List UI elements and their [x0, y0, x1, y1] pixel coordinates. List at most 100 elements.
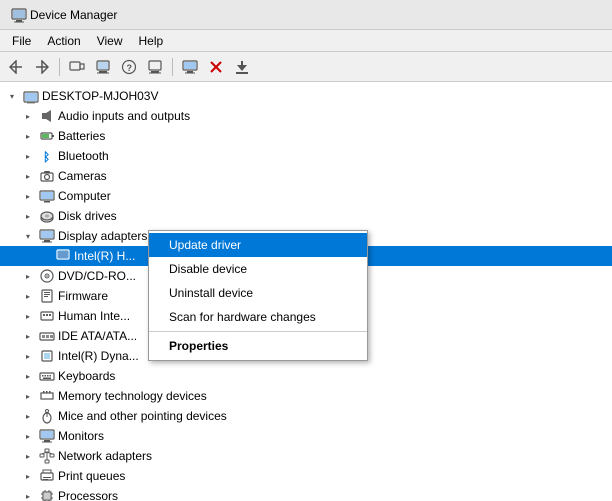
tree-audio[interactable]: Audio inputs and outputs: [0, 106, 612, 126]
processors-icon: [39, 488, 55, 501]
print-icon: [39, 468, 55, 484]
monitors-icon: [39, 428, 55, 444]
disk-icon: [39, 208, 55, 224]
toolbar-monitor[interactable]: [178, 56, 202, 78]
svg-text:ᛒ: ᛒ: [43, 150, 50, 164]
cameras-label: Cameras: [58, 169, 107, 183]
bluetooth-label: Bluetooth: [58, 149, 109, 163]
cameras-expand[interactable]: [20, 168, 36, 184]
app-icon: [11, 7, 27, 23]
display-icon: [39, 228, 55, 244]
root-label: DESKTOP-MJOH03V: [42, 89, 158, 103]
toolbar-back[interactable]: [4, 56, 28, 78]
inteldyn-label: Intel(R) Dyna...: [58, 349, 139, 363]
cameras-icon: [39, 168, 55, 184]
processors-expand[interactable]: [20, 488, 36, 501]
toolbar-help-btn[interactable]: ?: [117, 56, 141, 78]
tree-monitors[interactable]: Monitors: [0, 426, 612, 446]
dvd-expand[interactable]: [20, 268, 36, 284]
context-menu-properties[interactable]: Properties: [149, 334, 367, 358]
network-icon: [39, 448, 55, 464]
monitors-label: Monitors: [58, 429, 104, 443]
context-menu: Update driver Disable device Uninstall d…: [148, 230, 368, 361]
human-icon: [39, 308, 55, 324]
inteldyn-icon: [39, 348, 55, 364]
firmware-icon: [39, 288, 55, 304]
memory-label: Memory technology devices: [58, 389, 207, 403]
audio-expand[interactable]: [20, 108, 36, 124]
root-icon: [23, 88, 39, 104]
print-expand[interactable]: [20, 468, 36, 484]
disk-label: Disk drives: [58, 209, 117, 223]
batteries-icon: [39, 128, 55, 144]
toolbar: ?: [0, 52, 612, 82]
computer-icon: [39, 188, 55, 204]
tree-mice[interactable]: Mice and other pointing devices: [0, 406, 612, 426]
tree-keyboards[interactable]: Keyboards: [0, 366, 612, 386]
tree-memory[interactable]: Memory technology devices: [0, 386, 612, 406]
memory-expand[interactable]: [20, 388, 36, 404]
memory-icon: [39, 388, 55, 404]
dvd-label: DVD/CD-RO...: [58, 269, 136, 283]
toolbar-remove[interactable]: [204, 56, 228, 78]
tree-network[interactable]: Network adapters: [0, 446, 612, 466]
ide-icon: [39, 328, 55, 344]
ide-label: IDE ATA/ATA...: [58, 329, 137, 343]
tree-root[interactable]: DESKTOP-MJOH03V: [0, 86, 612, 106]
toolbar-forward[interactable]: [30, 56, 54, 78]
dvd-icon: [39, 268, 55, 284]
keyboards-expand[interactable]: [20, 368, 36, 384]
batteries-label: Batteries: [58, 129, 105, 143]
toolbar-sep-2: [172, 58, 173, 76]
root-expand[interactable]: [4, 88, 20, 104]
mice-expand[interactable]: [20, 408, 36, 424]
firmware-label: Firmware: [58, 289, 108, 303]
tree-bluetooth[interactable]: ᛒ Bluetooth: [0, 146, 612, 166]
toolbar-btn6[interactable]: [143, 56, 167, 78]
tree-computer[interactable]: Computer: [0, 186, 612, 206]
tree-batteries[interactable]: Batteries: [0, 126, 612, 146]
disk-expand[interactable]: [20, 208, 36, 224]
toolbar-sep-1: [59, 58, 60, 76]
context-menu-scan-hardware[interactable]: Scan for hardware changes: [149, 305, 367, 329]
monitors-expand[interactable]: [20, 428, 36, 444]
human-label: Human Inte...: [58, 309, 130, 323]
toolbar-btn4[interactable]: [91, 56, 115, 78]
intel-hd-label: Intel(R) H...: [74, 249, 135, 263]
display-expand[interactable]: [20, 228, 36, 244]
menu-action[interactable]: Action: [39, 32, 88, 50]
computer-expand[interactable]: [20, 188, 36, 204]
human-expand[interactable]: [20, 308, 36, 324]
menu-help[interactable]: Help: [131, 32, 172, 50]
main-content: DESKTOP-MJOH03V Audio inputs and outputs…: [0, 82, 612, 501]
tree-processors[interactable]: Processors: [0, 486, 612, 501]
bluetooth-expand[interactable]: [20, 148, 36, 164]
keyboards-label: Keyboards: [58, 369, 115, 383]
context-menu-update-driver[interactable]: Update driver: [149, 233, 367, 257]
inteldyn-expand[interactable]: [20, 348, 36, 364]
network-label: Network adapters: [58, 449, 152, 463]
context-menu-separator: [149, 331, 367, 332]
display-label: Display adapters: [58, 229, 147, 243]
firmware-expand[interactable]: [20, 288, 36, 304]
toolbar-btn3[interactable]: [65, 56, 89, 78]
mice-label: Mice and other pointing devices: [58, 409, 227, 423]
menu-view[interactable]: View: [89, 32, 131, 50]
tree-cameras[interactable]: Cameras: [0, 166, 612, 186]
mice-icon: [39, 408, 55, 424]
context-menu-disable-device[interactable]: Disable device: [149, 257, 367, 281]
batteries-expand[interactable]: [20, 128, 36, 144]
menu-bar: File Action View Help: [0, 30, 612, 52]
tree-disk[interactable]: Disk drives: [0, 206, 612, 226]
tree-print[interactable]: Print queues: [0, 466, 612, 486]
computer-label: Computer: [58, 189, 111, 203]
context-menu-uninstall-device[interactable]: Uninstall device: [149, 281, 367, 305]
menu-file[interactable]: File: [4, 32, 39, 50]
intel-hd-icon: [55, 248, 71, 264]
print-label: Print queues: [58, 469, 125, 483]
keyboards-icon: [39, 368, 55, 384]
network-expand[interactable]: [20, 448, 36, 464]
toolbar-download[interactable]: [230, 56, 254, 78]
ide-expand[interactable]: [20, 328, 36, 344]
processors-label: Processors: [58, 489, 118, 501]
